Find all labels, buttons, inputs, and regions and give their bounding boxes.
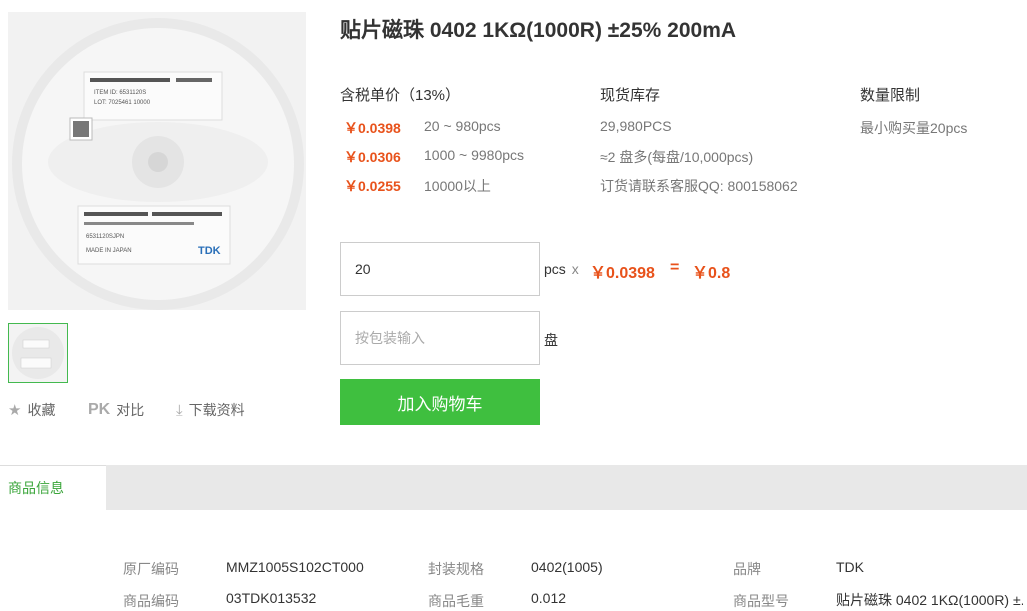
- compare-label: 对比: [116, 402, 145, 418]
- spec-value: 贴片磁珠 0402 1KΩ(1000R) ±.: [836, 592, 1023, 608]
- favorite-label: 收藏: [27, 402, 56, 418]
- download-icon: ⤓: [176, 401, 183, 419]
- reel-illustration: ITEM ID: 6531120S LOT: 7025461 10000 653…: [8, 12, 306, 310]
- download-button[interactable]: ⤓ 下载资料: [176, 400, 245, 420]
- spec-value: 0.012: [531, 590, 567, 606]
- qty-unit-group: pcs x: [544, 261, 579, 277]
- stock-quantity: 29,980PCS: [600, 118, 672, 134]
- label-bottom-line-2: MADE IN JAPAN: [86, 248, 132, 254]
- stock-header: 现货库存: [600, 87, 661, 104]
- tier-range: 20 ~ 980pcs: [424, 118, 501, 134]
- tdk-logo-text: TDK: [198, 245, 221, 257]
- spec-label: 商品型号: [733, 593, 789, 609]
- tab-product-info[interactable]: 商品信息: [0, 465, 106, 510]
- tab-bar: [0, 465, 1027, 510]
- spec-value: 03TDK013532: [226, 590, 317, 606]
- price-header: 含税单价（13%）: [340, 87, 461, 104]
- product-title: 贴片磁珠 0402 1KΩ(1000R) ±25% 200mA: [340, 19, 737, 42]
- thumbnail-reel-icon: [9, 324, 67, 382]
- spec-label: 封装规格: [428, 561, 484, 577]
- quantity-input[interactable]: [340, 242, 540, 296]
- stock-reels: ≈2 盘多(每盘/10,000pcs): [600, 149, 754, 165]
- min-order-text: 最小购买量20pcs: [860, 120, 968, 136]
- tier-range: 10000以上: [424, 178, 491, 194]
- spec-label: 商品编码: [123, 593, 179, 609]
- spec-value: TDK: [836, 559, 864, 575]
- qty-unit: pcs: [544, 261, 566, 277]
- equals-sign: =: [670, 259, 680, 276]
- add-to-cart-button[interactable]: 加入购物车: [340, 379, 540, 425]
- limit-header: 数量限制: [860, 87, 921, 104]
- label-bottom-line-1: 6531120SJPN: [86, 234, 124, 240]
- star-icon: ★: [8, 402, 22, 419]
- spec-value: MMZ1005S102CT000: [226, 559, 364, 575]
- spec-value: 0402(1005): [531, 559, 603, 575]
- spec-label: 商品毛重: [428, 593, 484, 609]
- favorite-button[interactable]: ★ 收藏: [8, 400, 55, 420]
- product-thumbnail[interactable]: [8, 323, 68, 383]
- reel-unit: 盘: [544, 332, 558, 348]
- unit-price-display: ￥0.0398: [590, 265, 655, 282]
- pk-icon: PK: [88, 401, 111, 418]
- multiply-sign: x: [571, 261, 579, 277]
- product-main-image[interactable]: ITEM ID: 6531120S LOT: 7025461 10000 653…: [8, 12, 306, 310]
- tier-price: ￥0.0255: [344, 178, 401, 194]
- tier-range: 1000 ~ 9980pcs: [424, 147, 525, 163]
- download-label: 下载资料: [188, 402, 245, 418]
- total-price: ￥0.8: [692, 265, 731, 282]
- reel-input[interactable]: [340, 311, 540, 365]
- tier-price: ￥0.0398: [344, 120, 401, 136]
- spec-label: 原厂编码: [123, 561, 179, 577]
- compare-button[interactable]: PK 对比: [88, 400, 144, 420]
- spec-label: 品牌: [733, 561, 761, 577]
- label-top-line-1: ITEM ID: 6531120S: [94, 90, 146, 96]
- tier-price: ￥0.0306: [344, 149, 401, 165]
- stock-contact: 订货请联系客服QQ: 800158062: [600, 178, 798, 194]
- label-top-line-2: LOT: 7025461 10000: [94, 100, 151, 106]
